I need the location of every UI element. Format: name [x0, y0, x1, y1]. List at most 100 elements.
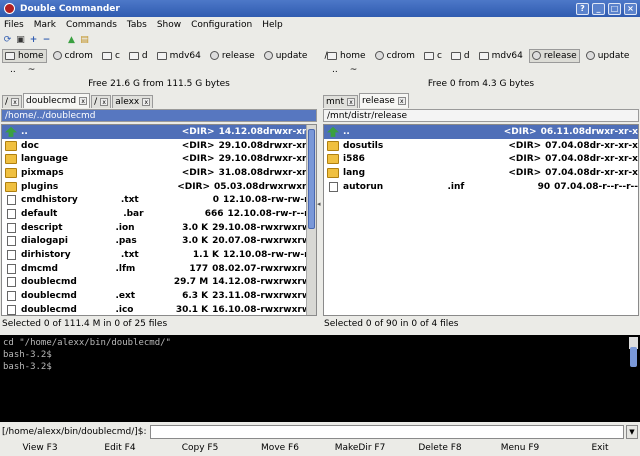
menu-configuration[interactable]: Configuration: [191, 20, 252, 30]
plus-icon[interactable]: +: [28, 34, 39, 45]
up-arrow-icon: [327, 126, 339, 137]
command-input[interactable]: [149, 424, 624, 439]
left-drive-cdrom[interactable]: cdrom: [50, 49, 96, 63]
right-drive-d[interactable]: d: [448, 49, 473, 63]
file-row[interactable]: doublecmd .ext 6.3 K 23.11.08 -rwxrwxrwx: [2, 289, 316, 303]
window-title: Double Commander: [20, 3, 120, 14]
copy-f5-button[interactable]: Copy F5: [160, 440, 240, 456]
minus-icon[interactable]: −: [41, 34, 52, 45]
file-row[interactable]: doublecmd 29.7 M 14.12.08 -rwxrwxrwx: [2, 276, 316, 290]
scrollbar-thumb[interactable]: [630, 347, 637, 367]
right-drive-cdrom[interactable]: cdrom: [372, 49, 418, 63]
file-row[interactable]: doublecmd .ico 30.1 K 16.10.08 -rwxrwxrwx: [2, 303, 316, 315]
left-file-list[interactable]: .. <DIR> 14.12.08 drwxr-xr-x doc <DIR> 29.10.0…: [1, 124, 317, 316]
file-row[interactable]: dosutils <DIR> 07.04.08 dr-xr-xr-x: [324, 139, 638, 153]
file-row[interactable]: lang <DIR> 07.04.08 dr-xr-xr-x: [324, 166, 638, 180]
right-tab-release[interactable]: release x: [359, 93, 409, 108]
cd-icon: [531, 51, 541, 60]
file-date: 12.10.08: [222, 250, 268, 261]
file-ext: .bar: [123, 208, 144, 219]
close-tab-icon[interactable]: x: [11, 98, 20, 106]
close-tab-icon[interactable]: x: [142, 98, 151, 106]
file-row[interactable]: dialogapi .pas 3.0 K 20.07.08 -rwxrwxrwx: [2, 235, 316, 249]
edit-f4-button[interactable]: Edit F4: [80, 440, 160, 456]
menu-mark[interactable]: Mark: [34, 20, 56, 30]
right-path-bar[interactable]: /mnt/distr/release: [323, 109, 639, 122]
file-row[interactable]: pixmaps <DIR> 31.08.08 drwxr-xr-x: [2, 166, 316, 180]
left-parent-button[interactable]: ..: [10, 65, 16, 75]
file-attr: dr-xr-xr-x: [589, 167, 638, 178]
splitter-arrow-icon[interactable]: ◂: [317, 200, 322, 208]
menu-tabs[interactable]: Tabs: [127, 20, 147, 30]
file-date: 14.12.08: [218, 126, 264, 137]
chevron-down-icon[interactable]: ▼: [626, 424, 638, 439]
left-drive-c[interactable]: c: [99, 49, 123, 63]
right-path-buttons: .. ~: [322, 64, 640, 76]
exit-button[interactable]: Exit: [560, 440, 640, 456]
right-drive-mdv64[interactable]: mdv64: [476, 49, 526, 63]
file-row[interactable]: descript .ion 3.0 K 29.10.08 -rwxrwxrwx: [2, 221, 316, 235]
file-row[interactable]: i586 <DIR> 07.04.08 dr-xr-xr-x: [324, 152, 638, 166]
file-row[interactable]: doc <DIR> 29.10.08 drwxr-xr-x: [2, 139, 316, 153]
left-tab-alexx[interactable]: alexx x: [112, 95, 154, 108]
up-arrow-icon[interactable]: ▲: [66, 34, 77, 45]
file-row[interactable]: dirhistory .txt 1.1 K 12.10.08 -rw-rw-r--: [2, 248, 316, 262]
menu-help[interactable]: Help: [262, 20, 283, 30]
right-home-button[interactable]: ~: [350, 65, 358, 75]
left-tab-doublecmd[interactable]: doublecmd x: [23, 93, 91, 108]
close-tab-icon[interactable]: x: [397, 97, 406, 105]
move-f6-button[interactable]: Move F6: [240, 440, 320, 456]
scrollbar-thumb[interactable]: [308, 129, 315, 229]
file-row[interactable]: cmdhistory .txt 0 12.10.08 -rw-rw-r--: [2, 193, 316, 207]
file-row[interactable]: .. <DIR> 14.12.08 drwxr-xr-x: [2, 125, 316, 139]
file-row[interactable]: plugins <DIR> 05.03.08 drwxrwxr-x: [2, 180, 316, 194]
file-ext: .ico: [115, 304, 134, 315]
right-drive-release[interactable]: release: [528, 48, 580, 63]
menu-files[interactable]: Files: [4, 20, 24, 30]
right-drive-root[interactable]: /: [635, 49, 640, 63]
left-path-bar[interactable]: /home/../doublecmd: [1, 109, 317, 122]
close-tab-icon[interactable]: x: [347, 98, 355, 106]
view-f3-button[interactable]: View F3: [0, 440, 80, 456]
left-tab-root[interactable]: / x: [2, 95, 23, 108]
right-drive-home[interactable]: home: [324, 49, 369, 63]
makedir-f7-button[interactable]: MakeDir F7: [320, 440, 400, 456]
file-row[interactable]: .. <DIR> 06.11.08 drwxr-xr-x: [324, 125, 638, 139]
left-drive-home[interactable]: home: [2, 48, 47, 63]
help-window-button[interactable]: ?: [576, 2, 589, 15]
terminal-scrollbar[interactable]: [629, 337, 638, 367]
file-row[interactable]: language <DIR> 29.10.08 drwxr-xr-x: [2, 152, 316, 166]
file-row[interactable]: default .bar 666 12.10.08 -rw-r--r--: [2, 207, 316, 221]
menu-commands[interactable]: Commands: [66, 20, 117, 30]
left-drive-release[interactable]: release: [207, 49, 258, 63]
close-button[interactable]: ×: [624, 2, 637, 15]
left-drive-mdv64[interactable]: mdv64: [154, 49, 204, 63]
cd-icon: [209, 51, 219, 60]
terminal-icon[interactable]: ▣: [15, 34, 26, 45]
right-tab-mnt[interactable]: mnt x: [323, 95, 358, 108]
terminal-output[interactable]: cd "/home/alexx/bin/doublecmd/" bash-3.2…: [0, 335, 640, 422]
minimize-button[interactable]: _: [592, 2, 605, 15]
file-ext: .ext: [115, 291, 136, 302]
close-tab-icon[interactable]: x: [79, 97, 88, 105]
refresh-icon[interactable]: ⟳: [2, 34, 13, 45]
folder-icon[interactable]: ▤: [79, 34, 90, 45]
left-drive-update[interactable]: update: [261, 49, 311, 63]
left-drive-d[interactable]: d: [126, 49, 151, 63]
close-tab-icon[interactable]: x: [100, 98, 109, 106]
left-path-buttons: .. ~: [0, 64, 318, 76]
maximize-button[interactable]: □: [608, 2, 621, 15]
file-row[interactable]: autorun .inf 90 07.04.08 -r--r--r--: [324, 180, 638, 194]
delete-f8-button[interactable]: Delete F8: [400, 440, 480, 456]
left-scrollbar[interactable]: [306, 125, 316, 315]
left-home-button[interactable]: ~: [28, 65, 36, 75]
menu-show[interactable]: Show: [157, 20, 181, 30]
left-tab-root-2[interactable]: / x: [91, 95, 112, 108]
right-parent-button[interactable]: ..: [332, 65, 338, 75]
command-line: [/home/alexx/bin/doublecmd/]$: ▼: [0, 424, 640, 439]
right-file-list[interactable]: .. <DIR> 06.11.08 drwxr-xr-x dosutils <DIR> 07…: [323, 124, 639, 316]
file-row[interactable]: dmcmd .lfm 177 08.02.07 -rwxrwxrwx: [2, 262, 316, 276]
right-drive-update[interactable]: update: [583, 49, 633, 63]
menu-f9-button[interactable]: Menu F9: [480, 440, 560, 456]
right-drive-c[interactable]: c: [421, 49, 445, 63]
